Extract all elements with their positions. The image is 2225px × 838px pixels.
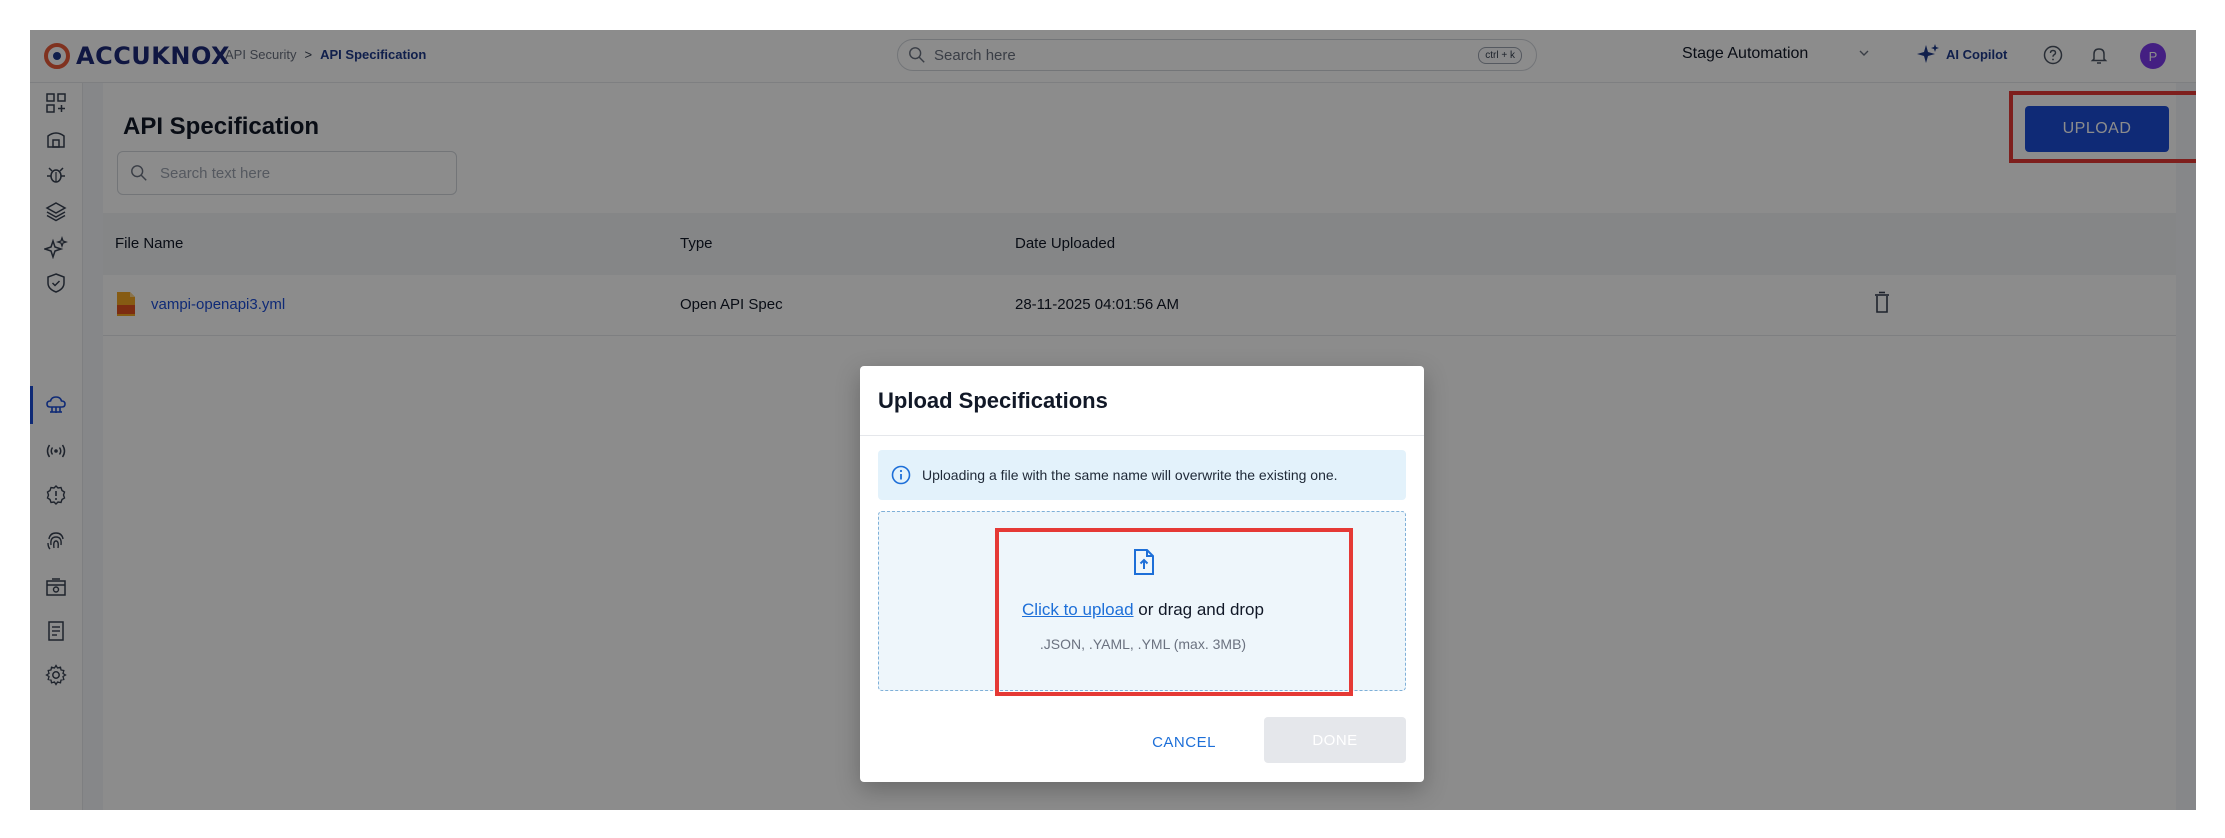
app-window: ACCUKNOX API Security > API Specificatio… bbox=[30, 30, 2196, 810]
cancel-button[interactable]: CANCEL bbox=[1129, 721, 1239, 763]
upload-specifications-dialog: Upload Specifications Uploading a file w… bbox=[860, 366, 1424, 782]
info-icon bbox=[891, 465, 911, 485]
file-dropzone[interactable]: Click to upload or drag and drop .JSON, … bbox=[878, 511, 1406, 696]
info-alert-text: Uploading a file with the same name will… bbox=[922, 467, 1338, 483]
dropzone-highlight bbox=[995, 528, 1353, 696]
dialog-divider bbox=[860, 435, 1424, 436]
info-alert: Uploading a file with the same name will… bbox=[878, 450, 1406, 500]
dialog-title: Upload Specifications bbox=[878, 388, 1108, 413]
done-button[interactable]: DONE bbox=[1264, 717, 1406, 763]
